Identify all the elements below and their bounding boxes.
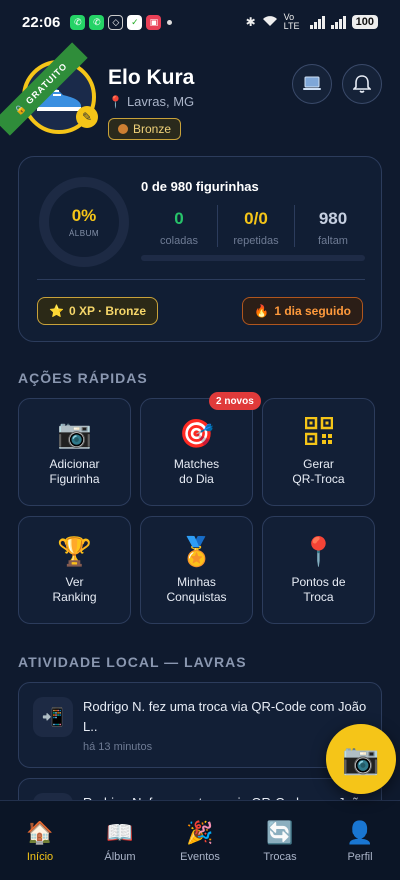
album-percent: 0% — [71, 206, 97, 225]
target-icon: 🎯 — [179, 418, 214, 449]
bronze-medal-icon — [118, 124, 128, 134]
user-icon: 👤 — [346, 819, 374, 845]
location-pin-icon: 📍 — [108, 94, 123, 109]
stat-coladas: 0 coladas — [141, 205, 218, 247]
home-icon: 🏠 — [26, 819, 54, 845]
bell-icon — [353, 75, 371, 93]
fire-icon: 🔥 — [254, 304, 270, 318]
network-type: Vo LTE — [283, 12, 300, 31]
pin-icon: 📍 — [301, 536, 336, 567]
streak-label: 1 dia seguido — [274, 304, 351, 318]
action-label: Pontos de Troca — [291, 575, 346, 604]
medal-icon: 🏅 — [179, 536, 214, 567]
status-bar: 22:06 ✆ ✆ ◇ ✓ ▣ ✱ Vo LTE 100 — [0, 0, 400, 44]
action-label: Adicionar Figurinha — [49, 457, 100, 486]
nav-label: Álbum — [104, 850, 136, 863]
status-time: 22:06 — [22, 13, 61, 31]
qr-code-icon — [304, 416, 333, 451]
action-label: Gerar QR-Troca — [292, 457, 345, 486]
album-progress-bar — [141, 255, 365, 261]
notification-icons: ✆ ✆ ◇ ✓ ▣ — [70, 14, 162, 30]
nav-label: Início — [26, 850, 54, 863]
ranking-button[interactable]: 🏆 Ver Ranking — [18, 516, 131, 624]
daily-matches-button[interactable]: 🎯 Matches do Dia — [140, 398, 253, 506]
party-icon: 🎉 — [186, 819, 214, 845]
desktop-button[interactable] — [292, 64, 332, 104]
nav-label: Perfil — [347, 850, 373, 863]
album-progress-card[interactable]: 0% ÁLBUM 0 de 980 figurinhas 0 coladas 0… — [18, 156, 382, 342]
wifi-icon — [262, 15, 278, 30]
signal-2-icon — [330, 15, 346, 29]
album-stats: 0 coladas 0/0 repetidas 980 faltam — [141, 205, 371, 247]
user-location: 📍 Lavras, MG — [108, 94, 194, 109]
book-icon: 📖 — [106, 819, 134, 845]
shield-app-icon: ✓ — [127, 14, 143, 30]
add-sticker-button[interactable]: 📷 Adicionar Figurinha — [18, 398, 131, 506]
tier-badge: Bronze — [108, 118, 182, 140]
stat-label: faltam — [318, 235, 348, 247]
laptop-icon — [303, 76, 321, 90]
action-label: Matches do Dia — [173, 457, 220, 486]
stat-repetidas: 0/0 repetidas — [218, 205, 295, 247]
nav-trades[interactable]: 🔄 Trocas — [240, 801, 320, 880]
signal-icon — [309, 15, 325, 29]
activity-time: há 13 minutos — [83, 741, 153, 753]
stat-label: repetidas — [233, 235, 279, 247]
bluetooth-icon: ✱ — [245, 15, 256, 29]
album-count-title: 0 de 980 figurinhas — [141, 179, 259, 194]
activity-text: Rodrigo N. fez uma troca via QR-Code com… — [83, 699, 367, 734]
xp-label: 0 XP · Bronze — [68, 304, 147, 318]
nav-album[interactable]: 📖 Álbum — [80, 801, 160, 880]
stat-value: 0/0 — [244, 209, 268, 228]
star-icon: ⭐ — [49, 304, 64, 318]
whatsapp-business-icon: ✆ — [89, 14, 105, 30]
nav-label: Eventos — [180, 850, 220, 863]
local-activity-title: ATIVIDADE LOCAL — LAVRAS — [18, 654, 247, 670]
album-progress-ring: 0% ÁLBUM — [39, 177, 129, 267]
camera-icon: 📷 — [57, 418, 92, 449]
xp-badge[interactable]: ⭐ 0 XP · Bronze — [37, 297, 159, 325]
trophy-icon: 🏆 — [57, 536, 92, 567]
more-notifications-dot — [167, 19, 173, 25]
gift-app-icon: ▣ — [146, 14, 162, 30]
action-label: Ver Ranking — [52, 575, 97, 604]
action-label: Minhas Conquistas — [166, 575, 227, 604]
generate-qr-button[interactable]: Gerar QR-Troca — [262, 398, 375, 506]
album-ring-label: ÁLBUM — [68, 229, 100, 238]
streak-badge[interactable]: 🔥 1 dia seguido — [242, 297, 363, 325]
system-indicators: ✱ Vo LTE 100 — [246, 13, 378, 31]
phone-transfer-icon: 📲 — [33, 697, 73, 737]
user-name: Elo Kura — [108, 66, 195, 89]
camera-icon: 📷 — [342, 742, 380, 776]
stat-value: 0 — [174, 209, 184, 228]
stat-value: 980 — [318, 209, 348, 228]
lock-icon: 🔒 — [12, 101, 29, 117]
nav-label: Trocas — [263, 850, 297, 863]
trade-points-button[interactable]: 📍 Pontos de Troca — [262, 516, 375, 624]
bottom-navigation: 🏠 Início 📖 Álbum 🎉 Eventos 🔄 Trocas 👤 Pe… — [0, 800, 400, 880]
tier-label: Bronze — [133, 122, 172, 136]
notifications-button[interactable] — [342, 64, 382, 104]
nav-home[interactable]: 🏠 Início — [0, 801, 80, 880]
stat-label: coladas — [160, 235, 198, 247]
diamond-app-icon: ◇ — [108, 14, 124, 30]
battery-icon: 100 — [351, 15, 378, 29]
swap-icon: 🔄 — [266, 819, 294, 845]
quick-actions-title: AÇÕES RÁPIDAS — [18, 370, 148, 386]
edit-avatar-icon[interactable]: ✎ — [76, 106, 98, 128]
location-text: Lavras, MG — [126, 94, 195, 109]
nav-profile[interactable]: 👤 Perfil — [320, 801, 400, 880]
new-matches-badge: 2 novos — [209, 392, 261, 410]
stat-faltam: 980 faltam — [295, 205, 371, 247]
scan-sticker-fab[interactable]: 📷 — [326, 724, 396, 794]
nav-events[interactable]: 🎉 Eventos — [160, 801, 240, 880]
whatsapp-icon: ✆ — [70, 14, 86, 30]
card-divider — [37, 279, 365, 280]
achievements-button[interactable]: 🏅 Minhas Conquistas — [140, 516, 253, 624]
